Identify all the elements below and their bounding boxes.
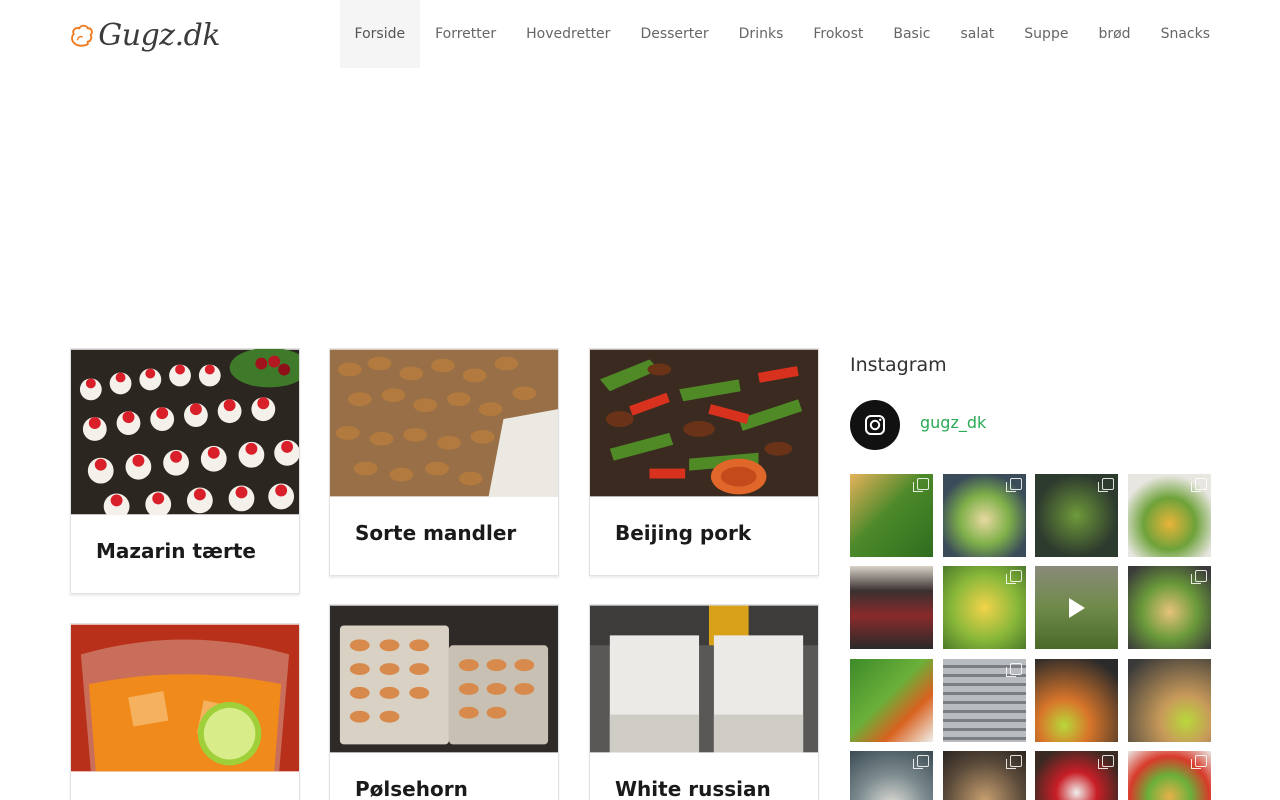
carousel-icon [1191, 478, 1207, 492]
post-card-mazarin[interactable]: Mazarin tærte [70, 348, 300, 594]
nav-suppe[interactable]: Suppe [1009, 0, 1083, 68]
post-card-drink[interactable] [70, 623, 300, 800]
instagram-post[interactable] [943, 566, 1026, 649]
carousel-icon [913, 478, 929, 492]
main-nav: Forside Forretter Hovedretter Desserter … [339, 0, 1225, 68]
instagram-post[interactable] [1035, 751, 1118, 800]
post-title[interactable]: Beijing pork [615, 521, 751, 545]
instagram-post[interactable] [1035, 474, 1118, 557]
post-title[interactable]: Mazarin tærte [96, 539, 256, 563]
site-logo[interactable]: Gugz.dk [70, 9, 220, 61]
nav-forretter[interactable]: Forretter [420, 0, 511, 68]
post-image [330, 605, 558, 753]
nav-brod[interactable]: brød [1083, 0, 1145, 68]
instagram-post[interactable] [943, 751, 1026, 800]
post-card-beijing-pork[interactable]: Beijing pork [589, 348, 819, 576]
nav-salat[interactable]: salat [945, 0, 1009, 68]
post-card-polsehorn[interactable]: Pølsehorn [329, 604, 559, 800]
instagram-post[interactable] [850, 751, 933, 800]
carousel-icon [1098, 755, 1114, 769]
post-image [590, 605, 818, 753]
nav-snacks[interactable]: Snacks [1146, 0, 1225, 68]
nav-drinks[interactable]: Drinks [724, 0, 799, 68]
nav-forside[interactable]: Forside [339, 0, 421, 68]
post-card-sorte-mandler[interactable]: Sorte mandler [329, 348, 559, 576]
nav-desserter[interactable]: Desserter [625, 0, 723, 68]
carousel-icon [1006, 570, 1022, 584]
nav-hovedretter[interactable]: Hovedretter [511, 0, 625, 68]
carousel-icon [1006, 478, 1022, 492]
instagram-post[interactable] [1128, 566, 1211, 649]
carousel-icon [1191, 570, 1207, 584]
chef-hat-icon [71, 24, 93, 47]
post-image [330, 349, 558, 497]
play-icon [1069, 598, 1085, 618]
post-title[interactable]: Pølsehorn [355, 777, 468, 800]
instagram-post[interactable] [850, 566, 933, 649]
instagram-post[interactable] [943, 659, 1026, 742]
instagram-post[interactable] [1035, 566, 1118, 649]
post-image [590, 349, 818, 497]
post-image [71, 624, 299, 772]
carousel-icon [1006, 663, 1022, 677]
instagram-post[interactable] [1128, 474, 1211, 557]
instagram-post[interactable] [1128, 751, 1211, 800]
instagram-username[interactable]: gugz_dk [920, 413, 986, 432]
carousel-icon [1006, 755, 1022, 769]
instagram-icon [865, 415, 885, 435]
logo-text: Gugz.dk [98, 17, 220, 53]
instagram-post[interactable] [850, 659, 933, 742]
post-card-white-russian[interactable]: White russian [589, 604, 819, 800]
nav-basic[interactable]: Basic [878, 0, 945, 68]
post-image [71, 349, 299, 515]
instagram-post[interactable] [850, 474, 933, 557]
instagram-heading: Instagram [850, 354, 947, 376]
post-title[interactable]: White russian [615, 777, 771, 800]
carousel-icon [1191, 755, 1207, 769]
post-title[interactable]: Sorte mandler [355, 521, 516, 545]
instagram-post[interactable] [943, 474, 1026, 557]
instagram-post[interactable] [1035, 659, 1118, 742]
carousel-icon [1098, 478, 1114, 492]
site-header: Gugz.dk Forside Forretter Hovedretter De… [0, 0, 1280, 68]
carousel-icon [913, 755, 929, 769]
nav-frokost[interactable]: Frokost [798, 0, 878, 68]
instagram-avatar[interactable] [850, 400, 900, 450]
instagram-post[interactable] [1128, 659, 1211, 742]
